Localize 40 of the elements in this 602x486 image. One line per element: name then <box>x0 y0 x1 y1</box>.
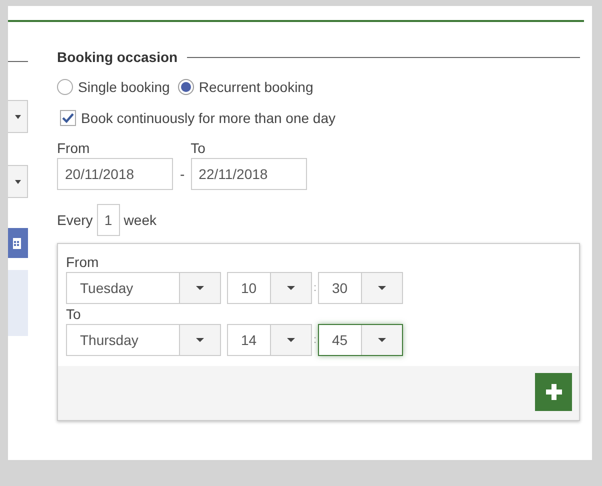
add-button[interactable] <box>535 373 572 411</box>
date-field[interactable]: 20/11/2018 <box>57 158 173 190</box>
interval-label: Every <box>57 212 93 228</box>
caret-icon <box>15 114 21 118</box>
caret-icon <box>287 286 295 290</box>
side-panel <box>8 270 28 336</box>
select-field[interactable] <box>8 165 28 198</box>
time-separator: : <box>312 282 318 294</box>
day-select[interactable]: Thursday <box>66 324 221 356</box>
checkbox[interactable] <box>60 110 76 126</box>
field-label: To <box>66 306 82 322</box>
field-label: From <box>57 140 91 156</box>
caret-icon <box>196 286 204 290</box>
checkbox-label: Book continuously for more than one day <box>81 110 336 126</box>
time-separator: : <box>312 334 318 346</box>
calendar-button[interactable] <box>8 228 28 258</box>
field-label: To <box>190 140 206 156</box>
caret-icon <box>287 338 295 342</box>
radio-label: Recurrent booking <box>198 79 314 95</box>
minute-select[interactable]: 45 <box>318 324 403 356</box>
radio-label: Single booking <box>78 79 170 95</box>
plus-icon <box>546 384 562 400</box>
day-select[interactable]: Tuesday <box>66 272 221 304</box>
interval-unit: week <box>124 212 156 228</box>
select-field[interactable] <box>8 100 28 133</box>
field-label: From <box>66 254 100 270</box>
interval-field[interactable]: 1 <box>96 204 120 236</box>
caret-icon <box>378 338 386 342</box>
section-title: Booking occasion <box>57 49 178 65</box>
caret-icon <box>196 338 204 342</box>
radio-button[interactable] <box>57 79 73 95</box>
radio-button[interactable] <box>178 79 194 95</box>
hour-select[interactable]: 10 <box>227 272 312 304</box>
date-field[interactable]: 22/11/2018 <box>190 158 307 190</box>
caret-icon <box>378 286 386 290</box>
caret-icon <box>15 180 21 184</box>
hour-select[interactable]: 14 <box>227 324 312 356</box>
calendar-icon <box>13 238 21 248</box>
minute-select[interactable]: 30 <box>318 272 403 304</box>
date-separator: - <box>179 166 186 182</box>
